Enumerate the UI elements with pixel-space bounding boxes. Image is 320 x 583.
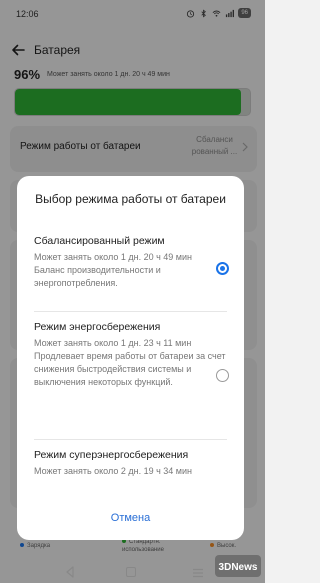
option-description: Может занять около 1 дн. 20 ч 49 мин Бал… [34, 251, 230, 290]
option-divider [34, 311, 227, 312]
option-description: Может занять около 1 дн. 23 ч 11 мин Про… [34, 337, 230, 389]
option-description-text: Может занять около 1 дн. 20 ч 49 мин Бал… [34, 252, 192, 288]
option-super-power-saving[interactable]: Режим суперэнергосбережения Может занять… [34, 448, 230, 478]
radio-power-saving[interactable] [216, 369, 229, 382]
nav-recents-icon[interactable] [192, 568, 204, 578]
nav-home-icon[interactable] [126, 567, 136, 577]
option-description-text: Может занять около 2 дн. 19 ч 34 мин [34, 466, 192, 476]
option-divider [34, 439, 227, 440]
dialog-title: Выбор режима работы от батареи [35, 192, 226, 206]
option-name: Сбалансированный режим [34, 235, 165, 247]
radio-balanced[interactable] [216, 262, 229, 275]
option-name: Режим суперэнергосбережения [34, 449, 189, 461]
battery-screen: 12:06 96 Батарея 96% Может занять около … [0, 0, 265, 583]
option-description: Может занять около 2 дн. 19 ч 34 мин [34, 465, 230, 478]
option-description-text: Может занять около 1 дн. 23 ч 11 мин Про… [34, 338, 226, 387]
nav-back-icon[interactable] [65, 566, 75, 578]
option-name: Режим энергосбережения [34, 321, 161, 333]
watermark-logo: 3DNews [215, 555, 261, 577]
option-balanced[interactable]: Сбалансированный режим Может занять окол… [34, 234, 230, 290]
option-power-saving[interactable]: Режим энергосбережения Может занять окол… [34, 320, 230, 389]
cancel-button[interactable]: Отмена [17, 512, 244, 524]
battery-mode-dialog: Выбор режима работы от батареи Сбалансир… [17, 176, 244, 540]
svg-text:3DNews: 3DNews [219, 562, 258, 573]
scroll-fade [17, 490, 244, 508]
